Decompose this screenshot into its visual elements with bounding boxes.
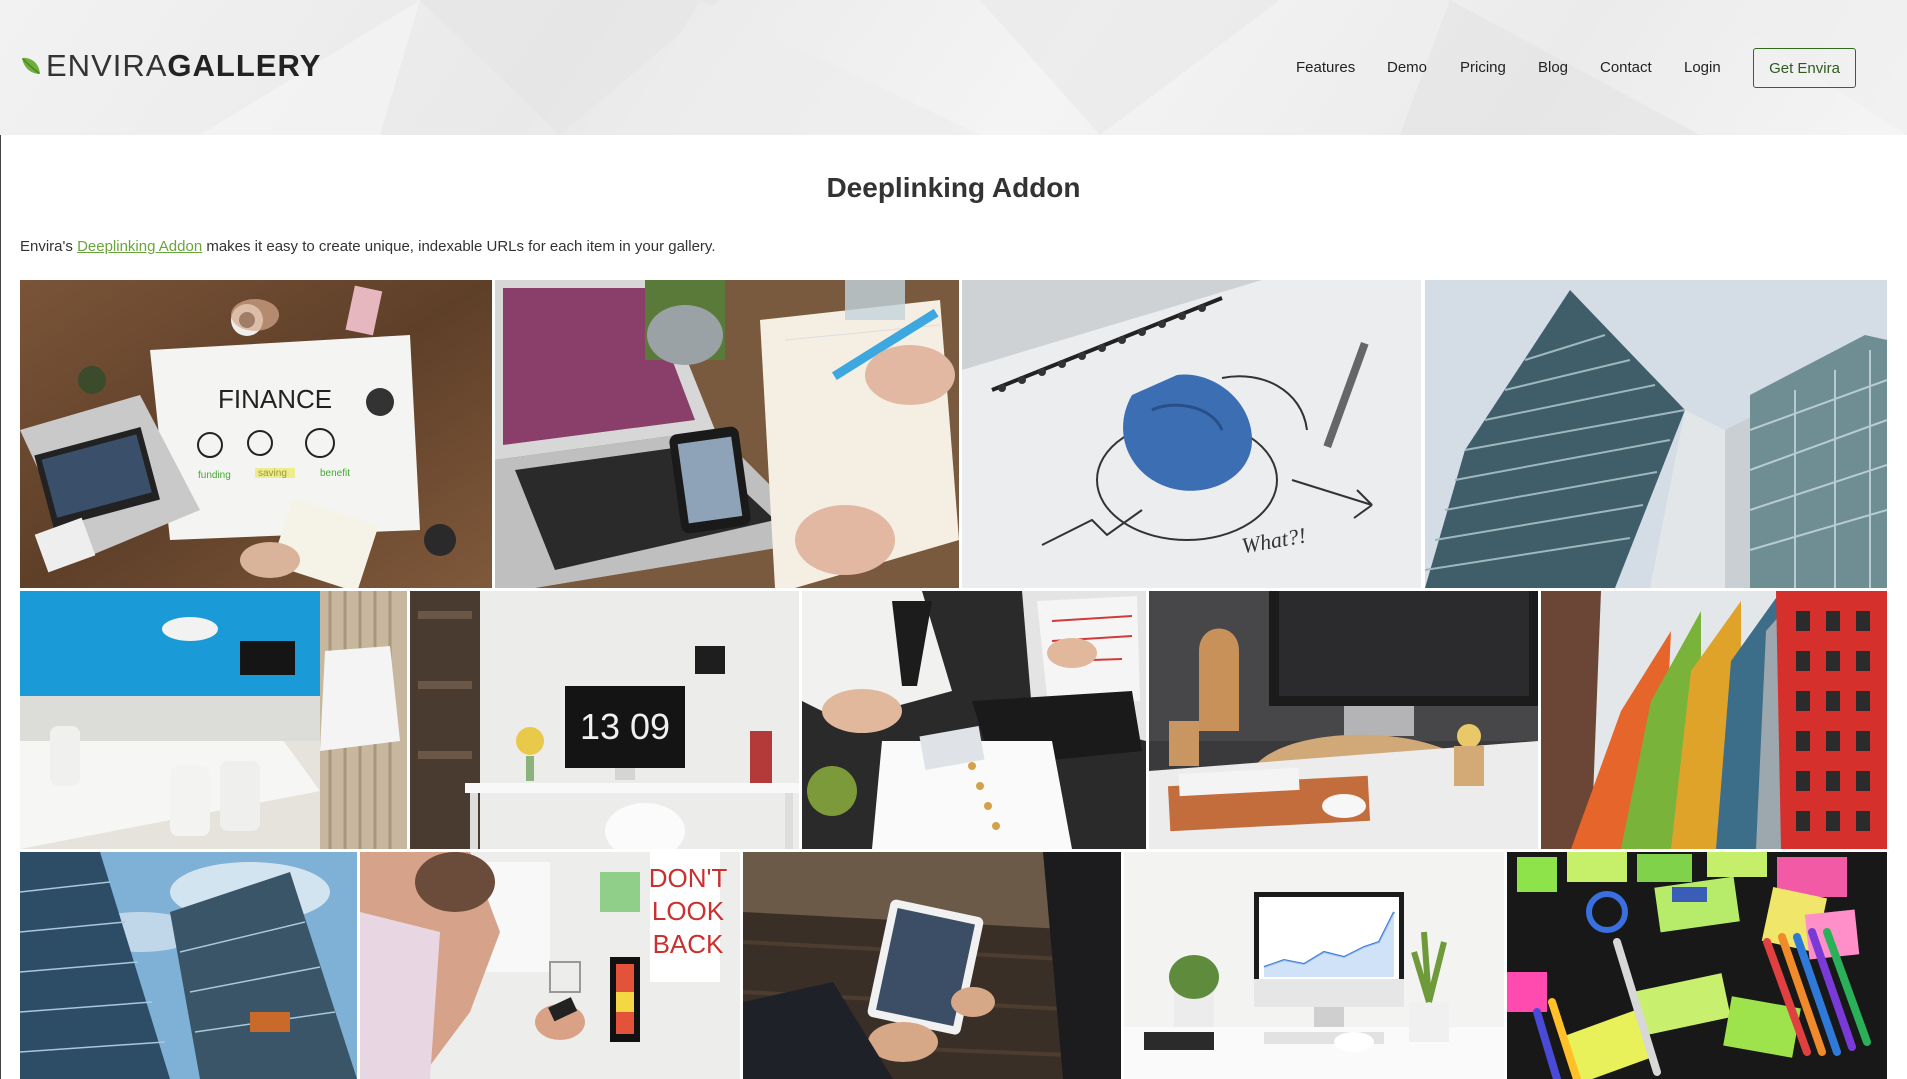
finance-caption: FINANCE (218, 384, 332, 414)
dont-caption-line2: LOOK (652, 896, 725, 926)
nav-pricing[interactable]: Pricing (1460, 59, 1506, 76)
nav-demo[interactable]: Demo (1387, 59, 1427, 76)
meeting-room-image (20, 591, 407, 849)
tablet-image (743, 852, 1121, 1079)
gallery-image-tablet[interactable] (743, 852, 1121, 1079)
sticky-notes-image (1507, 852, 1887, 1079)
gallery-image-lightbulb-sketch[interactable]: What?! (962, 280, 1421, 588)
imac-stand-image (1149, 591, 1538, 849)
intro-text-before: Envira's (20, 238, 78, 255)
desk-clock-image: 13 09 (410, 591, 799, 849)
imac-analytics-image (1124, 852, 1504, 1079)
gallery-image-laptop-notebook[interactable] (495, 280, 959, 588)
get-envira-button[interactable]: Get Envira (1753, 48, 1856, 88)
dont-caption-line3: BACK (653, 929, 724, 959)
svg-text:benefit: benefit (320, 468, 350, 479)
brand-logo[interactable]: ENVIRA GALLERY (20, 50, 321, 81)
nav-blog[interactable]: Blog (1538, 59, 1568, 76)
gallery-image-finance[interactable]: FINANCE funding saving benefit (20, 280, 492, 588)
gallery-image-dont-look-back[interactable]: DON'T LOOK BACK (360, 852, 740, 1079)
gallery-image-glass-skyscraper[interactable] (1425, 280, 1887, 588)
site-header: ENVIRA GALLERY Features Demo Pricing Blog… (0, 0, 1907, 135)
gallery-image-imac-analytics[interactable] (1124, 852, 1504, 1079)
image-gallery: FINANCE funding saving benefit (0, 0, 1907, 1079)
colorful-facade-image (1541, 591, 1887, 849)
lightbulb-sketch-image: What?! (962, 280, 1421, 588)
brand-name-light: ENVIRA (46, 48, 168, 83)
page-left-border (0, 0, 1, 1079)
intro-paragraph: Envira's Deeplinking Addon makes it easy… (20, 238, 715, 255)
gallery-image-imac-stand[interactable] (1149, 591, 1538, 849)
nav-login[interactable]: Login (1684, 59, 1721, 76)
clock-caption: 13 09 (580, 706, 670, 747)
intro-text-after: makes it easy to create unique, indexabl… (202, 238, 716, 255)
glass-tower-image (20, 852, 357, 1079)
leaf-icon (22, 57, 40, 74)
gallery-image-meeting-room[interactable] (20, 591, 407, 849)
gallery-image-business-laptop[interactable] (802, 591, 1146, 849)
gallery-image-colorful-facade[interactable] (1541, 591, 1887, 849)
nav-contact[interactable]: Contact (1600, 59, 1652, 76)
page-title: Deeplinking Addon (826, 172, 1081, 203)
svg-text:funding: funding (198, 470, 231, 481)
gallery-image-sticky-notes[interactable] (1507, 852, 1887, 1079)
nav-features[interactable]: Features (1296, 59, 1355, 76)
business-laptop-image (802, 591, 1146, 849)
brand-name-bold: GALLERY (167, 48, 322, 83)
dont-look-back-image: DON'T LOOK BACK (360, 852, 740, 1079)
gallery-image-desk-clock[interactable]: 13 09 (410, 591, 799, 849)
dont-caption-line1: DON'T (649, 863, 728, 893)
gallery-image-glass-tower[interactable] (20, 852, 357, 1079)
skyscraper-image (1425, 280, 1887, 588)
laptop-notebook-image (495, 280, 959, 588)
finance-desk-image: FINANCE funding saving benefit (20, 280, 492, 588)
deeplinking-addon-link[interactable]: Deeplinking Addon (77, 238, 202, 255)
